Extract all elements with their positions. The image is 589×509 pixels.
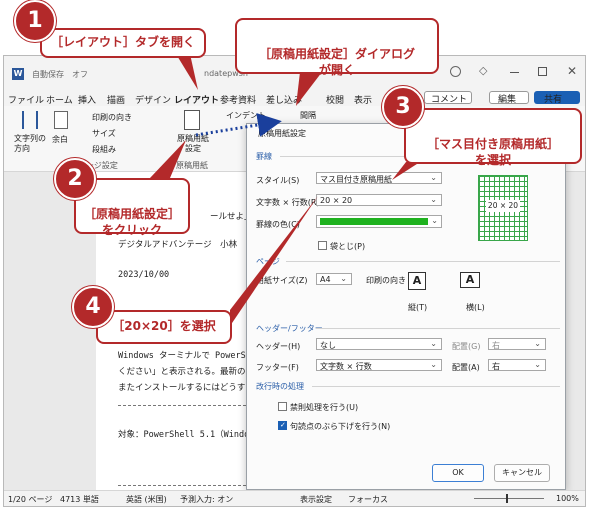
callout-masu-paper: ［マス目付き原稿用紙］ を選択 — [404, 108, 582, 167]
step-badge-3: 3 — [382, 86, 424, 128]
callout-pointer — [392, 162, 420, 180]
callout-pointer — [230, 196, 318, 326]
callout-pointer — [150, 140, 186, 178]
annotation-arrows — [150, 54, 420, 326]
callout-layout-tab: ［レイアウト］タブを開く — [40, 28, 206, 58]
callout-text: ［レイアウト］タブを開く — [50, 35, 195, 49]
callout-pointer — [176, 54, 198, 90]
callout-text: ［20×20］を選択 — [112, 319, 216, 333]
callout-text: ［原稿用紙設定］ダイアログ が開く — [258, 47, 415, 77]
callout-text: ［原稿用紙設定］ をクリック — [83, 207, 180, 237]
callout-dialog-opens: ［原稿用紙設定］ダイアログ が開く — [235, 18, 439, 77]
callout-20x20: ［20×20］を選択 — [96, 310, 232, 344]
step-badge-2: 2 — [54, 158, 96, 200]
callout-pointer — [296, 72, 322, 106]
step-badge-4: 4 — [72, 286, 114, 328]
callout-text: ［マス目付き原稿用紙］ を選択 — [426, 137, 559, 167]
step-badge-1: 1 — [14, 0, 56, 42]
dotted-arrow — [195, 113, 282, 137]
